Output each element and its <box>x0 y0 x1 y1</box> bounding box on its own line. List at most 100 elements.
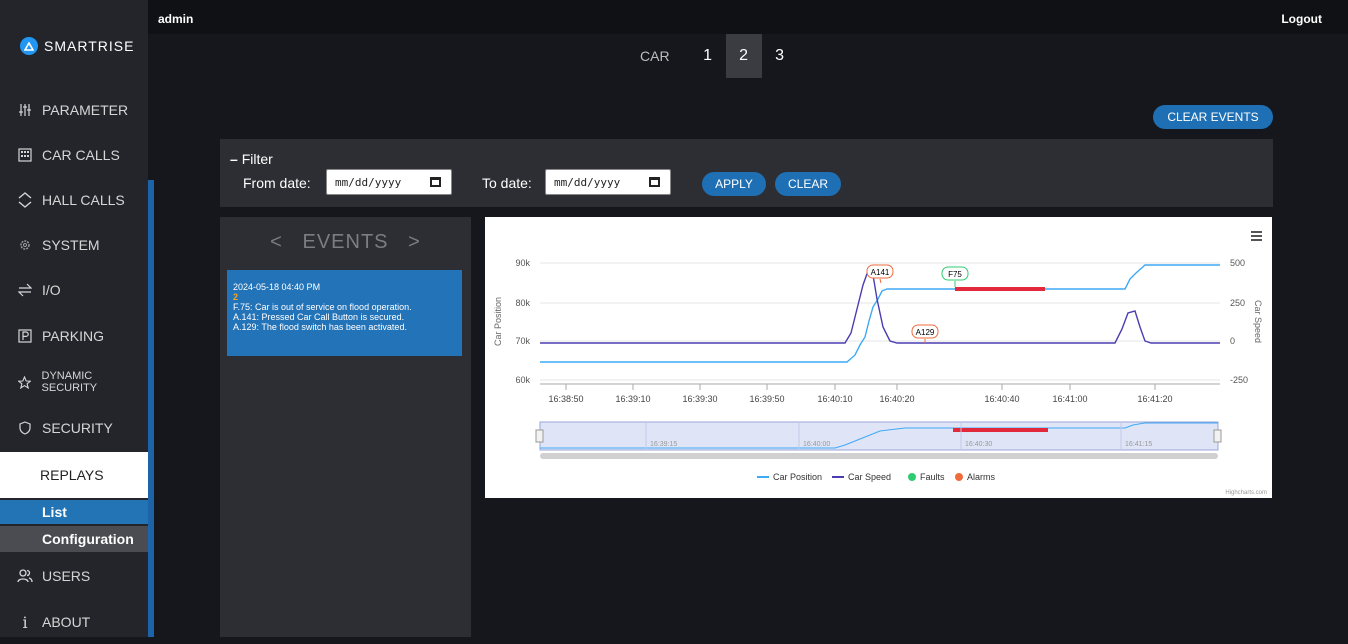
to-date-placeholder: mm/dd/yyyy <box>554 175 621 189</box>
navigator-tick-label: 16:40:30 <box>965 441 992 448</box>
keypad-icon <box>16 148 34 162</box>
logo-icon <box>20 37 38 55</box>
event-line: A.129: The flood switch has been activat… <box>233 322 407 332</box>
parking-icon <box>16 329 34 343</box>
calendar-icon[interactable] <box>430 177 441 187</box>
sidebar-item-io[interactable]: I/O <box>0 268 148 312</box>
sidebar-item-label: HALL CALLS <box>42 192 125 208</box>
event-car-number: 2 <box>233 292 239 302</box>
sidebar-item-label: I/O <box>42 282 61 298</box>
sidebar-item-label: USERS <box>42 568 91 584</box>
x-tick-label: 16:41:20 <box>1137 394 1172 404</box>
logo-text: SMARTRISE <box>44 38 135 54</box>
shield-icon <box>16 421 34 435</box>
navigator-tick-label: 16:41:15 <box>1125 441 1152 448</box>
annotation-a129-label: A129 <box>916 328 935 337</box>
y-left-tick-label: 70k <box>515 336 530 346</box>
event-line: F.75: Car is out of service on flood ope… <box>233 302 412 312</box>
legend-item-label[interactable]: Car Speed <box>848 472 891 482</box>
navigator-scrollbar[interactable] <box>540 453 1218 459</box>
annotation-a141-label: A141 <box>871 268 890 277</box>
car-selector: CAR 1 2 3 <box>640 34 798 78</box>
sidebar-item-label: PARKING <box>42 328 104 344</box>
sidebar-subitem-configuration[interactable]: Configuration <box>0 526 148 552</box>
y-right-tick-label: -250 <box>1230 375 1248 385</box>
event-line: A.141: Pressed Car Call Button is secure… <box>233 312 405 322</box>
star-icon <box>16 375 34 389</box>
filter-toggle[interactable]: – Filter <box>230 151 273 167</box>
sidebar-item-parking[interactable]: PARKING <box>0 314 148 358</box>
swap-arrows-icon <box>16 283 34 297</box>
logo: SMARTRISE <box>20 36 134 56</box>
navigator-handle-left[interactable] <box>535 429 544 443</box>
from-date-input[interactable]: mm/dd/yyyy <box>326 169 452 195</box>
legend-item-label[interactable]: Car Position <box>773 472 822 482</box>
gear-icon <box>16 239 34 251</box>
sidebar-item-system[interactable]: SYSTEM <box>0 223 148 267</box>
legend-item-label[interactable]: Faults <box>920 472 945 482</box>
sidebar-item-hall-calls[interactable]: HALL CALLS <box>0 178 148 222</box>
annotation-f75-label: F75 <box>948 270 962 279</box>
sidebar-item-car-calls[interactable]: CAR CALLS <box>0 133 148 177</box>
info-icon: i <box>22 612 28 632</box>
event-card[interactable]: 2024-05-18 04:40 PM 2 F.75: Car is out o… <box>227 270 462 356</box>
hamburger-icon[interactable] <box>1251 231 1262 241</box>
sidebar-item-replays[interactable]: REPLAYS <box>0 452 148 498</box>
sidebar-scrollbar[interactable] <box>148 180 154 637</box>
apply-button[interactable]: APPLY <box>702 172 766 196</box>
calendar-icon[interactable] <box>649 177 660 187</box>
sidebar-item-label: PARAMETER <box>42 102 129 118</box>
collapse-icon: – <box>230 151 238 167</box>
to-date-input[interactable]: mm/dd/yyyy <box>545 169 671 195</box>
sidebar-item-about[interactable]: i ABOUT <box>0 600 148 644</box>
x-tick-label: 16:39:10 <box>615 394 650 404</box>
sidebar-item-label: SYSTEM <box>42 237 100 253</box>
y-right-tick-label: 0 <box>1230 336 1235 346</box>
sidebar-item-parameter[interactable]: PARAMETER <box>0 88 148 132</box>
chart-credit: Highcharts.com <box>1225 490 1267 496</box>
car-tab-1[interactable]: 1 <box>690 34 726 78</box>
clear-button[interactable]: CLEAR <box>775 172 841 196</box>
x-tick-label: 16:39:50 <box>749 394 784 404</box>
logout-link[interactable]: Logout <box>1281 12 1322 26</box>
sidebar-item-label: ABOUT <box>42 614 91 630</box>
x-tick-label: 16:41:00 <box>1052 394 1087 404</box>
to-date-label: To date: <box>482 175 532 191</box>
sidebar-item-label: SECURITY <box>42 420 113 436</box>
x-tick-label: 16:39:30 <box>682 394 717 404</box>
sidebar-item-security[interactable]: SECURITY <box>0 406 148 450</box>
x-tick-label: 16:40:20 <box>879 394 914 404</box>
x-tick-label: 16:38:50 <box>548 394 583 404</box>
annotation-connector <box>879 278 882 284</box>
y-left-tick-label: 90k <box>515 258 530 268</box>
car-tab-2[interactable]: 2 <box>725 34 762 78</box>
car-label: CAR <box>640 48 670 64</box>
events-header[interactable]: < EVENTS > <box>220 231 471 254</box>
sidebar-item-users[interactable]: USERS <box>0 554 148 598</box>
y-right-axis-title: Car Speed <box>1253 300 1263 343</box>
legend-swatch <box>955 473 963 481</box>
sidebar-item-dynamic-security[interactable]: DYNAMIC SECURITY <box>0 360 148 404</box>
navigator-handle-right[interactable] <box>1213 429 1222 443</box>
sliders-icon <box>16 103 34 117</box>
car-tab-3[interactable]: 3 <box>762 34 798 78</box>
legend-item-label[interactable]: Alarms <box>967 472 996 482</box>
filter-panel: – Filter From date: mm/dd/yyyy To date: … <box>220 139 1273 207</box>
sidebar-item-label: CAR CALLS <box>42 147 120 163</box>
y-left-axis-title: Car Position <box>493 297 503 346</box>
car-speed-line <box>540 269 1220 344</box>
sidebar-subitem-list[interactable]: List <box>0 500 148 524</box>
users-icon <box>16 569 34 583</box>
events-panel: < EVENTS > 2024-05-18 04:40 PM 2 F.75: C… <box>220 217 471 637</box>
clear-events-button[interactable]: CLEAR EVENTS <box>1153 105 1273 129</box>
up-down-chevron-icon <box>16 191 34 209</box>
legend-swatch <box>908 473 916 481</box>
chart-svg: 90k 500 80k 250 70k 0 60k -250 Car Position Car S… <box>493 231 1267 496</box>
navigator-window <box>539 421 1219 451</box>
sidebar: SMARTRISE PARAMETER CAR CALLS HALL CALLS… <box>0 0 148 637</box>
navigator-fault-band <box>953 428 1048 432</box>
y-right-tick-label: 500 <box>1230 258 1245 268</box>
sidebar-item-label: DYNAMIC SECURITY <box>41 370 98 394</box>
x-tick-label: 16:40:40 <box>984 394 1019 404</box>
from-date-label: From date: <box>243 175 311 191</box>
